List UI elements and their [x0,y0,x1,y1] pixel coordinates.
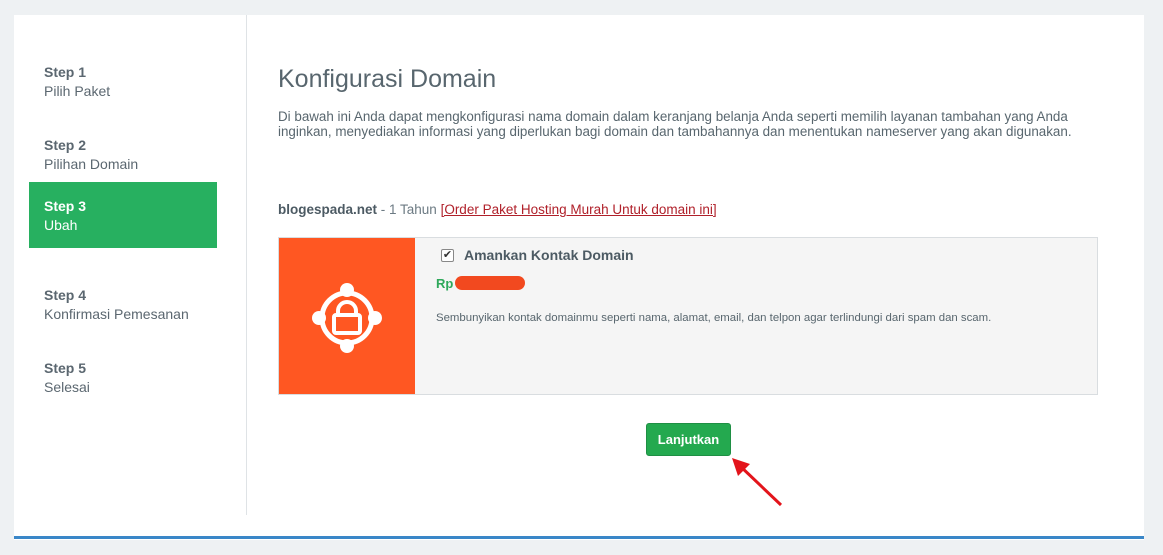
step-label: Ubah [44,217,78,233]
step-label: Pilihan Domain [44,156,139,172]
card-accent-bar [14,536,1144,539]
red-arrow-annotation [732,458,783,507]
domain-term: - 1 Tahun [377,202,441,217]
step-number: Step 5 [44,360,87,376]
addon-checkbox[interactable]: ✔ [441,248,454,262]
addon-panel: ✔ Amankan Kontak Domain Rp Sembunyikan k… [278,237,1098,395]
sidebar-step-3-active[interactable]: Step 3 Ubah [29,182,217,248]
sidebar-step-5[interactable]: Step 5 Selesai [29,340,217,406]
step-number: Step 2 [44,137,87,153]
addon-name: Amankan Kontak Domain [464,247,634,263]
page-description: Di bawah ini Anda dapat mengkonfigurasi … [278,109,1072,139]
step-label: Konfirmasi Pemesanan [44,306,189,322]
price-redaction [455,276,526,290]
step-label: Pilih Paket [44,83,111,99]
continue-button[interactable]: Lanjutkan [646,423,731,456]
addon-check-row: ✔ Amankan Kontak Domain [436,247,1056,263]
addon-body: ✔ Amankan Kontak Domain Rp Sembunyikan k… [436,247,1056,329]
domain-name: blogespada.net [278,202,378,217]
step-label: Selesai [44,379,90,395]
step-number: Step 4 [44,287,87,303]
sidebar-step-2[interactable]: Step 2 Pilihan Domain [29,117,217,183]
step-number: Step 1 [44,64,87,80]
addon-icon-panel [279,238,415,394]
order-hosting-link[interactable]: [Order Paket Hosting Murah Untuk domain … [441,202,717,217]
addon-description: Sembunyikan kontak domainmu seperti nama… [436,312,992,324]
lock-shield-icon [312,283,382,353]
main-card: Step 1 Pilih Paket Step 2 Pilihan Domain… [14,15,1144,540]
sidebar-step-1[interactable]: Step 1 Pilih Paket [29,44,217,110]
page-title: Konfigurasi Domain [278,65,497,93]
addon-price-row: Rp [436,275,1056,291]
domain-row: blogespada.net - 1 Tahun [Order Paket Ho… [278,202,717,217]
price-prefix: Rp [436,275,454,291]
sidebar-step-4[interactable]: Step 4 Konfirmasi Pemesanan [29,267,217,333]
step-number: Step 3 [44,198,87,214]
steps-sidebar: Step 1 Pilih Paket Step 2 Pilihan Domain… [14,15,247,515]
